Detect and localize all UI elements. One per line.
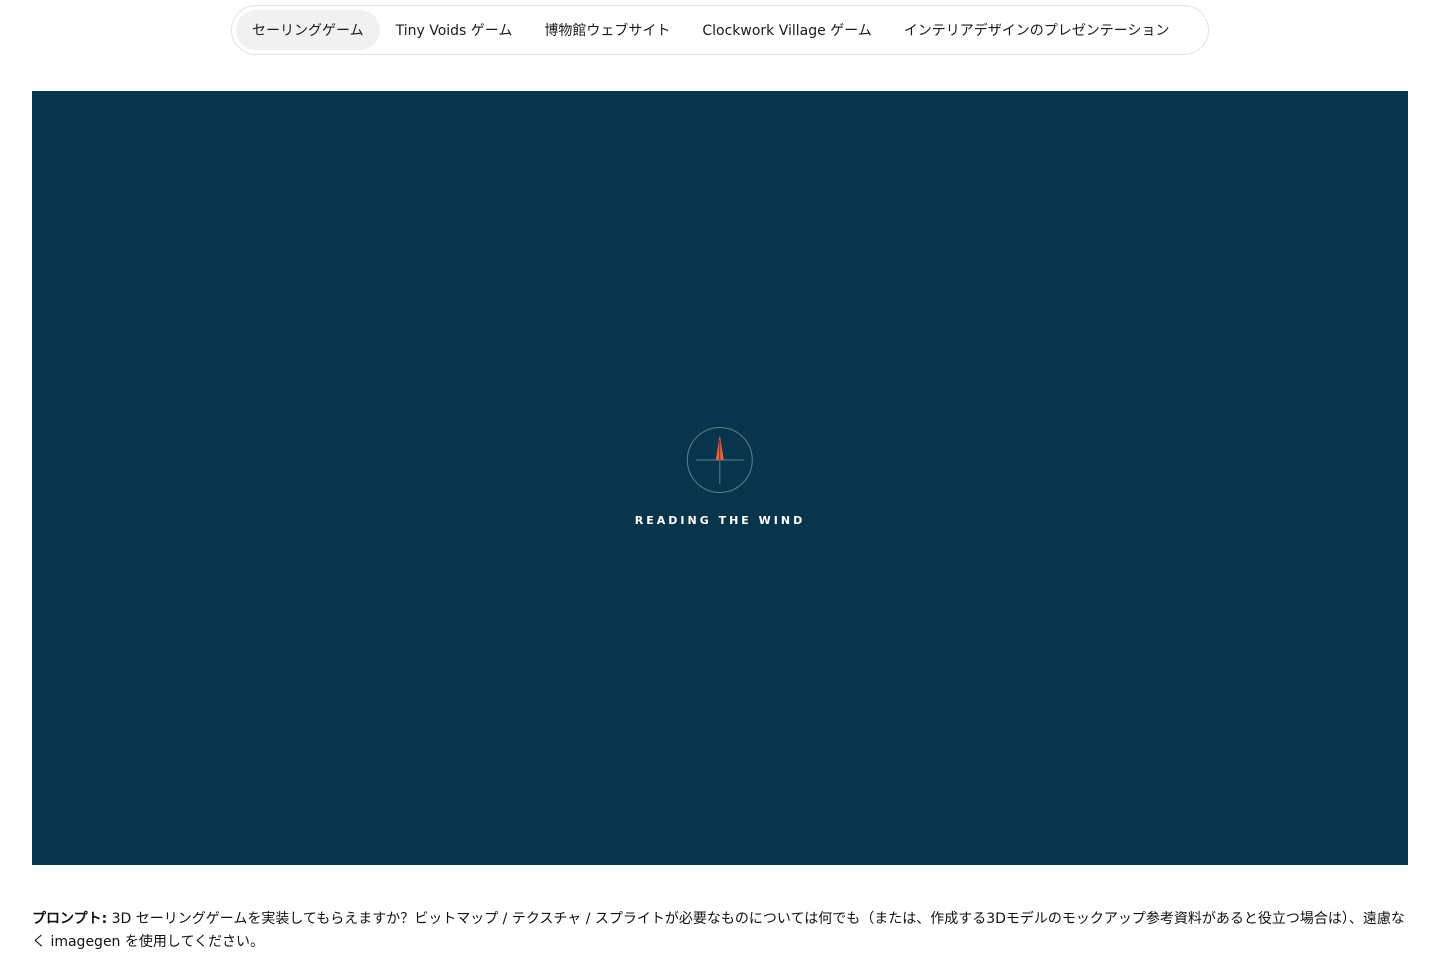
prompt-text: 3D セーリングゲームを実装してもらえますか？ビットマップ / テクスチャ / … (32, 911, 1405, 950)
game-canvas[interactable]: READING THE WIND (32, 91, 1408, 865)
prompt-description: プロンプト: 3D セーリングゲームを実装してもらえますか？ビットマップ / テ… (32, 908, 1408, 954)
tab-bar-wrapper: セーリングゲーム Tiny Voids ゲーム 博物館ウェブサイト Clockw… (0, 5, 1440, 55)
tab-interior-design-presentation[interactable]: インテリアデザインのプレゼンテーション (888, 10, 1186, 50)
tab-tiny-voids-game[interactable]: Tiny Voids ゲーム (380, 10, 529, 50)
tab-clockwork-village-game[interactable]: Clockwork Village ゲーム (686, 10, 887, 50)
tab-sailing-game[interactable]: セーリングゲーム (236, 10, 380, 50)
loading-text: READING THE WIND (634, 514, 806, 527)
loading-indicator: READING THE WIND (635, 426, 805, 527)
tab-museum-website[interactable]: 博物館ウェブサイト (528, 10, 686, 50)
tab-bar: セーリングゲーム Tiny Voids ゲーム 博物館ウェブサイト Clockw… (231, 5, 1209, 55)
compass-icon (687, 427, 753, 493)
prompt-label: プロンプト: (32, 911, 108, 927)
